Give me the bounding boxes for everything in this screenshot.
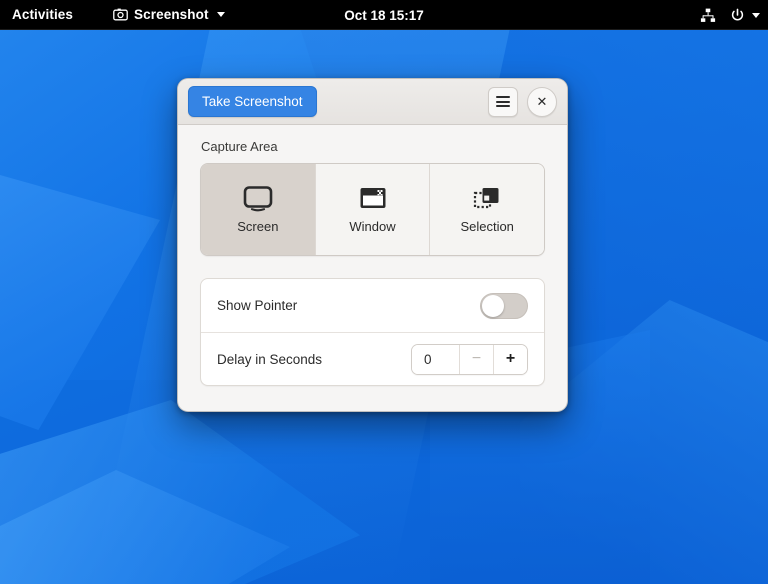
delay-value[interactable]: 0 xyxy=(412,344,459,374)
window-icon xyxy=(359,186,387,212)
screenshot-dialog: Take Screenshot ✕ Capture Area Screen Wi… xyxy=(177,78,568,412)
delay-spinner: 0 − + xyxy=(411,343,528,375)
monitor-icon xyxy=(243,185,273,212)
capture-option-label: Screen xyxy=(237,218,279,234)
capture-option-label: Window xyxy=(349,218,396,234)
camera-icon xyxy=(113,8,128,21)
capture-area-label: Capture Area xyxy=(201,139,278,154)
activities-label: Activities xyxy=(12,7,74,22)
activities-button[interactable]: Activities xyxy=(0,0,83,30)
status-area xyxy=(700,0,760,30)
chevron-down-icon xyxy=(752,12,760,18)
gnome-top-bar: Activities Screenshot Oct 18 15:17 xyxy=(0,0,768,30)
app-menu-button[interactable]: Screenshot xyxy=(103,0,235,30)
show-pointer-row: Show Pointer xyxy=(201,279,544,332)
clock-button[interactable]: Oct 18 15:17 xyxy=(344,8,424,23)
power-icon[interactable] xyxy=(730,8,760,23)
dialog-header-bar: Take Screenshot ✕ xyxy=(178,79,567,125)
show-pointer-label: Show Pointer xyxy=(217,298,298,313)
wired-network-icon[interactable] xyxy=(700,8,716,23)
take-screenshot-button[interactable]: Take Screenshot xyxy=(188,85,317,118)
selection-icon xyxy=(473,186,501,212)
delay-decrement-button[interactable]: − xyxy=(459,344,493,374)
header-actions: ✕ xyxy=(488,86,557,117)
show-pointer-toggle[interactable] xyxy=(480,292,528,319)
chevron-down-icon xyxy=(216,12,225,17)
close-icon[interactable]: ✕ xyxy=(527,86,557,117)
capture-area-segmented-control: Screen Window Selection xyxy=(200,163,545,256)
app-menu-label: Screenshot xyxy=(134,7,209,22)
dialog-body: Capture Area Screen Window Selection Sho… xyxy=(178,125,567,386)
hamburger-menu-icon[interactable] xyxy=(488,86,518,117)
capture-option-selection[interactable]: Selection xyxy=(430,164,544,255)
delay-row: Delay in Seconds 0 − + xyxy=(201,332,544,385)
hamburger-glyph xyxy=(496,95,510,108)
capture-option-window[interactable]: Window xyxy=(315,164,431,255)
delay-label: Delay in Seconds xyxy=(217,351,323,367)
delay-increment-button[interactable]: + xyxy=(493,344,527,374)
toggle-knob xyxy=(482,294,504,317)
capture-option-label: Selection xyxy=(460,218,514,234)
capture-option-screen[interactable]: Screen xyxy=(201,164,316,255)
options-list: Show Pointer Delay in Seconds 0 − + xyxy=(200,278,545,386)
